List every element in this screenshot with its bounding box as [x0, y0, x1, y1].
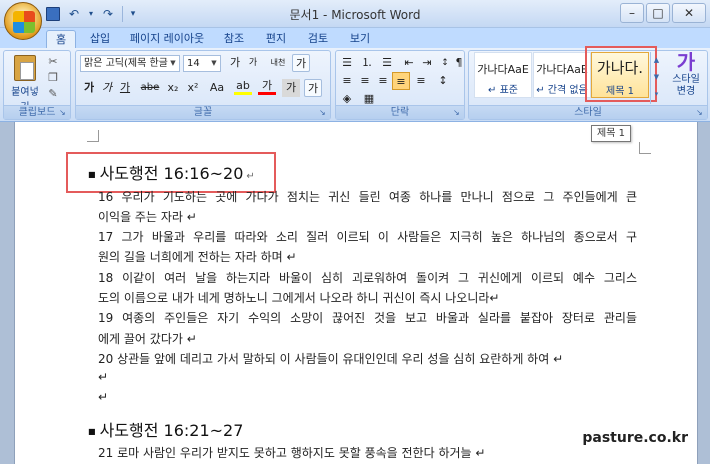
font-name-combo[interactable]: 맑은 고딕(제목 한글 ▼	[80, 55, 180, 72]
cut-icon[interactable]: ✂	[46, 55, 60, 69]
change-styles-label: 스타일	[672, 74, 700, 85]
phonetic-guide-button[interactable]: 내천	[266, 54, 290, 72]
style-normal[interactable]: 가나다AaE ↵ 표준	[474, 52, 532, 98]
char-shading-button[interactable]: 가	[282, 79, 300, 97]
tab-view[interactable]: 보기	[342, 30, 378, 48]
strikethrough-button[interactable]: abe	[138, 79, 162, 97]
font-launcher-icon[interactable]: ↘	[319, 108, 328, 117]
align-right-button[interactable]: ≡	[374, 72, 392, 90]
empty-line: ↵	[98, 370, 109, 384]
font-color-button[interactable]: 가	[258, 77, 276, 95]
styles-group-label: 스타일	[469, 105, 707, 119]
subscript-button[interactable]: x₂	[164, 79, 182, 97]
change-styles-icon: 가	[676, 50, 696, 74]
body-line: 21 로마 사람인 우리가 받지도 못하고 행하지도 못할 풍속을 전한다 하거…	[98, 446, 486, 460]
heading-bullet: ■	[88, 427, 96, 436]
paragraph-group: ☰ ⒈ ☰ ⇤ ⇥ ↕ ¶ ≡ ≡ ≡ ≡ ≡ ↕ ◈ ▦ 단락 ↘	[335, 50, 465, 120]
char-border-button[interactable]: 가	[304, 79, 322, 97]
font-group: 맑은 고딕(제목 한글 ▼ 14 ▼ 가 가 내천 가 가 가 가 abe x₂…	[75, 50, 331, 120]
clipboard-icon	[14, 55, 36, 81]
maximize-button[interactable]: □	[646, 3, 670, 23]
heading-2-value: 사도행전 16:21~27	[99, 421, 244, 440]
align-left-button[interactable]: ≡	[338, 72, 356, 90]
window-title: 문서1 - Microsoft Word	[289, 8, 421, 22]
decrease-indent-button[interactable]: ⇤	[400, 54, 418, 72]
font-size-combo[interactable]: 14 ▼	[183, 55, 221, 72]
tab-home[interactable]: 홈	[46, 30, 76, 48]
body-line: 에게 끌어 갔다가 ↵	[98, 332, 197, 346]
shrink-font-button[interactable]: 가	[244, 54, 262, 72]
align-center-button[interactable]: ≡	[356, 72, 374, 90]
margin-corner-mark	[87, 130, 99, 142]
title-bar: ↶ ▾ ↷ ▾ 문서1 - Microsoft Word – □ ✕	[0, 0, 710, 28]
minimize-button[interactable]: –	[620, 3, 644, 23]
style-name: ↵ 표준	[488, 85, 518, 96]
paragraph-group-label: 단락	[336, 105, 464, 119]
paragraph-launcher-icon[interactable]: ↘	[453, 108, 462, 117]
change-case-button[interactable]: Aa	[206, 79, 228, 97]
clipboard-group: 붙여넣기 ✂ ❐ ✎ 클립보드 ↘	[3, 50, 71, 120]
tab-review[interactable]: 검토	[300, 30, 336, 48]
grow-font-button[interactable]: 가	[226, 54, 244, 72]
format-painter-icon[interactable]: ✎	[46, 87, 60, 101]
show-marks-button[interactable]: ¶	[450, 54, 468, 72]
styles-scroll[interactable]: ▲ ▼ ▾	[650, 52, 662, 104]
increase-indent-button[interactable]: ⇥	[418, 54, 436, 72]
superscript-button[interactable]: x²	[184, 79, 202, 97]
body-line: 도의 이름으로 내가 네게 명하노니 그에게서 나오라 하니 귀신이 즉시 나오…	[98, 291, 500, 305]
body-line: 19 여종의 주인들은 자기 수익의 소망이 끊어진 것을 보고 바울과 실라를…	[98, 311, 637, 325]
styles-launcher-icon[interactable]: ↘	[696, 108, 705, 117]
heading-2-text[interactable]: ■ 사도행전 16:21~27	[88, 417, 243, 441]
ribbon-tabs: 홈 삽입 페이지 레이아웃 참조 편지 검토 보기	[0, 28, 710, 48]
chevron-down-icon: ▼	[170, 59, 176, 67]
bullets-button[interactable]: ☰	[338, 54, 356, 72]
clipboard-launcher-icon[interactable]: ↘	[59, 108, 68, 117]
chevron-down-icon: ▼	[211, 59, 217, 67]
body-line: 20 상관들 앞에 데리고 가서 말하되 이 사람들이 유대인인데 우리 성을 …	[98, 352, 564, 366]
tab-insert[interactable]: 삽입	[82, 30, 118, 48]
empty-line: ↵	[98, 390, 109, 404]
tab-mailings[interactable]: 편지	[258, 30, 294, 48]
line-spacing-button[interactable]: ↕	[434, 72, 452, 90]
underline-button[interactable]: 가	[116, 79, 134, 97]
style-preview: 가나다AaE	[477, 63, 529, 76]
multilevel-list-button[interactable]: ☰	[378, 54, 396, 72]
style-name: ↵ 간격 없음	[536, 85, 588, 96]
style-no-spacing[interactable]: 가나다AaE ↵ 간격 없음	[533, 52, 591, 98]
body-line: 이익을 주는 자라 ↵	[98, 210, 197, 224]
change-styles-button[interactable]: 가 스타일 변경	[666, 50, 706, 106]
tab-page-layout[interactable]: 페이지 레이아웃	[124, 30, 210, 48]
body-line: 17 그가 바울과 우리를 따라와 소리 질러 이르되 이 사람들은 지극히 높…	[98, 230, 637, 244]
clear-format-button[interactable]: 가	[292, 54, 310, 72]
font-name-value: 맑은 고딕(제목 한글	[84, 58, 168, 69]
office-button[interactable]	[4, 2, 42, 40]
numbering-button[interactable]: ⒈	[358, 54, 376, 72]
close-button[interactable]: ✕	[672, 3, 706, 23]
body-line: 18 이같이 여러 날을 하는지라 바울이 심히 괴로워하여 돌이켜 그 귀신에…	[98, 271, 637, 285]
office-logo-icon	[13, 11, 35, 33]
font-size-value: 14	[187, 58, 200, 69]
italic-button[interactable]: 가	[98, 79, 116, 97]
watermark-text: pasture.co.kr	[582, 430, 688, 446]
style-tooltip: 제목 1	[591, 125, 631, 142]
paste-button[interactable]: 붙여넣기	[8, 53, 42, 113]
font-group-label: 글꼴	[76, 105, 330, 119]
highlight-button[interactable]: ab	[234, 77, 252, 95]
change-styles-label-2: 변경	[676, 86, 696, 97]
distribute-button[interactable]: ≡	[412, 72, 430, 90]
style-preview: 가나다AaE	[536, 63, 588, 76]
margin-corner-mark	[639, 142, 651, 154]
copy-icon[interactable]: ❐	[46, 71, 60, 85]
body-line: 원의 길을 너희에게 전하는 자라 하며 ↵	[98, 250, 297, 264]
style-highlight-box	[585, 46, 657, 102]
window-controls: – □ ✕	[620, 3, 706, 23]
justify-button[interactable]: ≡	[392, 72, 410, 90]
bold-button[interactable]: 가	[80, 79, 98, 97]
body-line: 16 우리가 기도하는 곳에 가다가 점치는 귀신 들린 여종 하나를 만나니 …	[98, 190, 637, 204]
tab-references[interactable]: 참조	[216, 30, 252, 48]
heading-highlight-box	[66, 152, 276, 193]
